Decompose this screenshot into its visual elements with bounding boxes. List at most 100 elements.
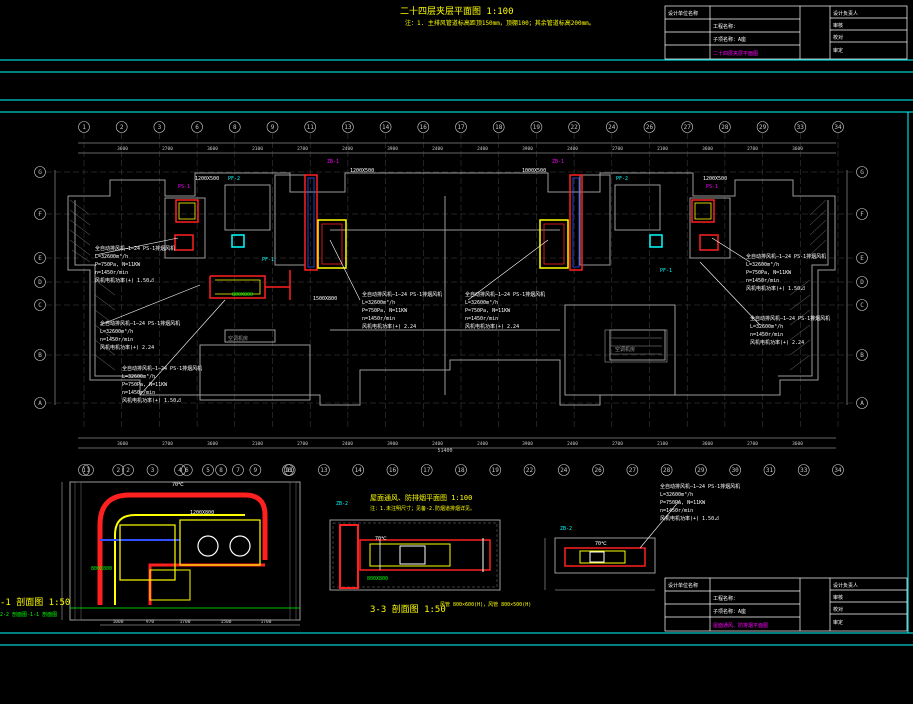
tag-ps1-right: PS-1 xyxy=(706,184,718,190)
section-1-1-subtitle: 2-2 剖面图-1-1 剖面图 xyxy=(0,611,57,618)
row-axis-right-B-label: B xyxy=(860,352,864,359)
duct-size-a: 1200X500 xyxy=(350,168,374,174)
bottom-axis-16-label: 16 xyxy=(389,467,397,474)
bottom-axis-29-label: 29 xyxy=(697,467,705,474)
bottom-axis-14-label: 14 xyxy=(355,467,363,474)
spec-l1-3: P=750Pa, N=11KW xyxy=(95,262,141,268)
row-axis-left-A-label: A xyxy=(38,400,42,407)
bottom-dim-13: 3600 xyxy=(702,441,713,447)
spec-l1-4: n=1450r/min xyxy=(95,270,128,276)
tb-top-subitem: 子项名称：A座 xyxy=(713,36,746,43)
spec-m1-1: 全自动排风机—1—24 PS-1排烟风机 xyxy=(362,291,442,298)
bottom-axis-30-label: 30 xyxy=(732,467,740,474)
top-dim-13: 3600 xyxy=(702,146,713,152)
top-dim-4: 2700 xyxy=(297,146,308,152)
bottom-axis-27-label: 27 xyxy=(629,467,637,474)
top-dim-12: 2100 xyxy=(657,146,668,152)
section-dim-0: 1000 xyxy=(113,619,124,625)
tb-top-approver: 审定 xyxy=(833,47,843,54)
bottom-axis-18-label: 18 xyxy=(457,467,465,474)
tag-pf2-left: PF-2 xyxy=(228,176,240,182)
duct-size-f: 1500X800 xyxy=(313,296,337,302)
spec-r1-4: n=1450r/min xyxy=(746,278,779,284)
spec-r1-3: P=750Pa, N=11KW xyxy=(746,270,792,276)
top-axis-17-label: 17 xyxy=(457,124,465,131)
top-axis-34-label: 34 xyxy=(834,124,842,131)
bottom-axis-13-label: 13 xyxy=(320,467,328,474)
tag-zb1-right: ZB-1 xyxy=(552,159,564,165)
title-block-bottom xyxy=(664,577,908,632)
top-axis-11-label: 11 xyxy=(307,124,315,131)
tb-bot-subitem: 子项名称：A座 xyxy=(713,608,746,615)
tb-bot-drawing-name: 屋面通风、防排烟平面图 xyxy=(713,622,768,629)
bottom-grid-axes: 1 2 3 6 8 9 11 13 14 16 17 18 19 22 24 26 27 28 29 30 31 33 34 xyxy=(78,464,844,476)
bottom-dim-6: 3900 xyxy=(387,441,398,447)
row-axis-left-D-label: D xyxy=(38,279,42,286)
right-small-plan-labels: 全自动排风机—1—24 PS-1排烟风机 L=32600m³/h P=750Pa… xyxy=(560,483,740,547)
spec-l1-1: 全自动排风机—1—24 PS-1排烟风机 xyxy=(95,245,175,252)
tb-bot-sign-1: 设计负责人 xyxy=(833,582,858,589)
row-axis-right-F-label: F xyxy=(860,211,864,218)
bottom-dim-11: 2700 xyxy=(612,441,623,447)
top-dim-6: 3900 xyxy=(387,146,398,152)
bottom-dim-9: 3900 xyxy=(522,441,533,447)
top-axis-28-label: 28 xyxy=(721,124,729,131)
spec-r1-2: L=32600m³/h xyxy=(746,262,779,268)
duct-size-b: 1000X500 xyxy=(522,168,546,174)
main-drawing-note: 注：1. 主排风管道标高距顶150mm，顶棚100；其余管道标高200mm。 xyxy=(405,19,595,27)
tb-top-drawing-name: 二十四层夹层平面图 xyxy=(713,50,758,57)
cad-drawing-canvas: 设计单位名称 工程名称： 子项名称：A座 二十四层夹层平面图 设计负责人 审核 … xyxy=(0,5,913,646)
bottom-axis-28-label: 28 xyxy=(663,467,671,474)
equipment-room-right xyxy=(604,329,668,363)
top-axis-9-label: 9 xyxy=(271,124,275,131)
section-dim-3: 1500 xyxy=(221,619,232,625)
row-axis-left-G-label: G xyxy=(38,169,42,176)
top-axis-19-label: 19 xyxy=(533,124,541,131)
top-axis-14-label: 14 xyxy=(382,124,390,131)
bottom-dim-15: 3600 xyxy=(792,441,803,447)
bottom-dim-10: 2400 xyxy=(567,441,578,447)
tb-bot-company: 设计单位名称 xyxy=(668,582,698,589)
tag-pf1-right: PF-1 xyxy=(660,268,672,274)
bottom-axis-31-label: 31 xyxy=(766,467,774,474)
top-axis-18-label: 18 xyxy=(495,124,503,131)
section-dim-4: 1700 xyxy=(261,619,272,625)
tag-zb1-left: ZB-1 xyxy=(327,159,339,165)
spec-m2-4: n=1450r/min xyxy=(465,316,498,322)
row-axis-right-A-label: A xyxy=(860,400,864,407)
title-block-top xyxy=(664,5,908,60)
bottom-dim-4: 2700 xyxy=(297,441,308,447)
total-width-dim: 51400 xyxy=(437,448,452,454)
top-dim-11: 2700 xyxy=(612,146,623,152)
bottom-dim-0: 3600 xyxy=(117,441,128,447)
spec-m1-2: L=32600m³/h xyxy=(362,300,395,306)
spec-l1-2: L=32600m³/h xyxy=(95,254,128,260)
duct-size-c: 1200X500 xyxy=(195,176,219,182)
bottom-axis-17-label: 17 xyxy=(423,467,431,474)
roof-hatch xyxy=(69,199,827,371)
row-axis-right-D-label: D xyxy=(860,279,864,286)
tb-top-sign-2: 审核 xyxy=(833,22,843,29)
spec-l1-5: 风机电机功率(+) 1.50⊿ xyxy=(95,277,154,284)
row-axis-left-E-label: E xyxy=(38,255,42,262)
top-axis-2-label: 2 xyxy=(120,124,124,131)
bottom-axis-22-label: 22 xyxy=(526,467,534,474)
top-dim-1: 2700 xyxy=(162,146,173,152)
section-3-3-title: 3-3 剖面图 1:50 xyxy=(370,603,446,615)
rsp-spec-2: L=32600m³/h xyxy=(660,492,693,498)
spec-l3-2: L=32600m³/h xyxy=(122,374,155,380)
rsp-spec-4: n=1450r/min xyxy=(660,508,693,514)
spec-m2-1: 全自动排风机—1—24 PS-1排烟风机 xyxy=(465,291,545,298)
section-axis-2-label: 2 xyxy=(126,467,130,474)
bottom-axis-19-label: 19 xyxy=(492,467,500,474)
top-dim-15: 3600 xyxy=(792,146,803,152)
title-block-top-text: 设计单位名称 工程名称： 子项名称：A座 二十四层夹层平面图 设计负责人 审核 … xyxy=(668,10,858,57)
top-axis-13-label: 13 xyxy=(344,124,352,131)
tb-bot-approver: 审定 xyxy=(833,619,843,626)
tag-pf2-right: PF-2 xyxy=(616,176,628,182)
rsp-spec-1: 全自动排风机—1—24 PS-1排烟风机 xyxy=(660,483,740,490)
spec-m2-3: P=750Pa, N=11KW xyxy=(465,308,511,314)
row-axis-right-G-label: G xyxy=(860,169,864,176)
sec1-duct-label: 1200X800 xyxy=(190,510,214,516)
top-axis-3-label: 3 xyxy=(158,124,162,131)
